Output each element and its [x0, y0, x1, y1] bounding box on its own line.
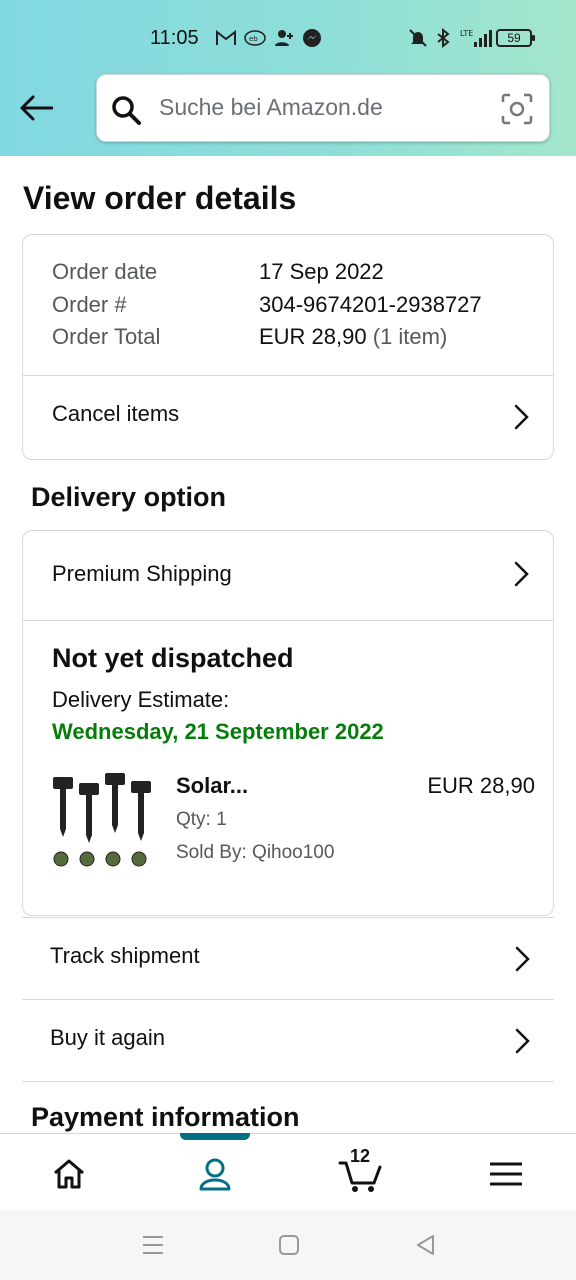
order-number-value: 304-9674201-2938727	[259, 292, 482, 317]
nav-menu-button[interactable]	[484, 1152, 528, 1196]
chevron-right-icon	[514, 404, 529, 430]
mute-icon	[409, 29, 427, 47]
menu-icon	[490, 1162, 522, 1186]
nav-cart-button[interactable]: 12	[336, 1146, 386, 1196]
buy-again-label: Buy it again	[50, 1025, 165, 1050]
order-summary-card: Order date 17 Sep 2022 Order # 304-96742…	[22, 234, 554, 460]
status-bar: 11:05 eb LTE 59	[0, 0, 576, 76]
home-square-icon[interactable]	[276, 1232, 302, 1258]
search-input[interactable]: Suche bei Amazon.de	[96, 74, 550, 142]
delivery-estimate-label: Delivery Estimate:	[52, 687, 230, 712]
cancel-items-button[interactable]: Cancel items	[23, 376, 553, 460]
back-triangle-icon[interactable]	[413, 1232, 439, 1258]
page-title: View order details	[23, 180, 297, 216]
shipping-option-label: Premium Shipping	[52, 561, 232, 586]
arrow-left-icon	[20, 95, 53, 121]
track-shipment-label: Track shipment	[50, 943, 200, 968]
recent-apps-icon[interactable]	[140, 1232, 166, 1258]
nav-account-button[interactable]	[193, 1152, 237, 1196]
battery-indicator: 59	[496, 29, 535, 47]
network-label: LTE	[460, 29, 473, 38]
shipping-option-button[interactable]: Premium Shipping	[23, 531, 553, 620]
svg-text:eb: eb	[249, 35, 258, 43]
order-total-value-group: EUR 28,90 (1 item)	[259, 324, 447, 350]
product-name-link[interactable]: Solar...	[176, 773, 248, 799]
signal-icon: LTE	[460, 29, 492, 47]
back-button[interactable]	[16, 88, 56, 128]
order-date-label: Order date	[52, 259, 158, 284]
gmail-icon	[216, 30, 236, 45]
dispatch-status: Not yet dispatched	[52, 643, 294, 673]
order-total-label: Order Total	[52, 324, 161, 349]
cart-count-badge: 12	[350, 1146, 371, 1166]
home-icon	[54, 1159, 84, 1189]
delivery-estimate-date: Wednesday, 21 September 2022	[52, 719, 384, 744]
nav-home-button[interactable]	[47, 1152, 91, 1196]
chevron-right-icon	[515, 1028, 530, 1054]
order-date-value: 17 Sep 2022	[259, 259, 384, 284]
buy-again-button[interactable]: Buy it again	[22, 999, 554, 1081]
system-navigation-bar	[0, 1210, 576, 1280]
app-header: 11:05 eb LTE 59 Suche bei Amazon.de	[0, 0, 576, 156]
account-icon	[199, 1158, 231, 1191]
chevron-right-icon	[515, 946, 530, 972]
product-image[interactable]	[49, 769, 157, 873]
active-tab-indicator	[180, 1133, 250, 1140]
track-shipment-button[interactable]: Track shipment	[22, 917, 554, 999]
delivery-card: Premium Shipping Not yet dispatched Deli…	[22, 530, 554, 916]
system-icons: LTE	[408, 28, 492, 48]
order-number-label: Order #	[52, 292, 127, 317]
chevron-right-icon	[514, 561, 529, 587]
notification-icons: eb	[216, 28, 322, 48]
camera-scan-icon[interactable]	[501, 93, 533, 125]
product-seller: Sold By: Qihoo100	[176, 842, 335, 863]
bluetooth-icon	[437, 28, 450, 48]
person-add-icon	[275, 30, 293, 46]
divider	[23, 620, 553, 621]
messenger-icon	[303, 29, 321, 47]
order-total-value: EUR 28,90	[259, 324, 367, 349]
delivery-section-title: Delivery option	[31, 482, 227, 512]
product-price: EUR 28,90	[427, 773, 535, 798]
search-placeholder: Suche bei Amazon.de	[159, 94, 383, 120]
order-item-count: (1 item)	[372, 324, 448, 349]
search-icon	[112, 96, 141, 125]
bottom-navigation: 12	[0, 1133, 576, 1210]
payment-section-title: Payment information	[31, 1102, 300, 1132]
product-quantity: Qty: 1	[176, 809, 227, 830]
cancel-items-label: Cancel items	[52, 401, 180, 426]
divider	[22, 1081, 554, 1082]
status-time: 11:05	[150, 27, 199, 49]
ebay-kleinanzeigen-icon: eb	[244, 30, 266, 46]
